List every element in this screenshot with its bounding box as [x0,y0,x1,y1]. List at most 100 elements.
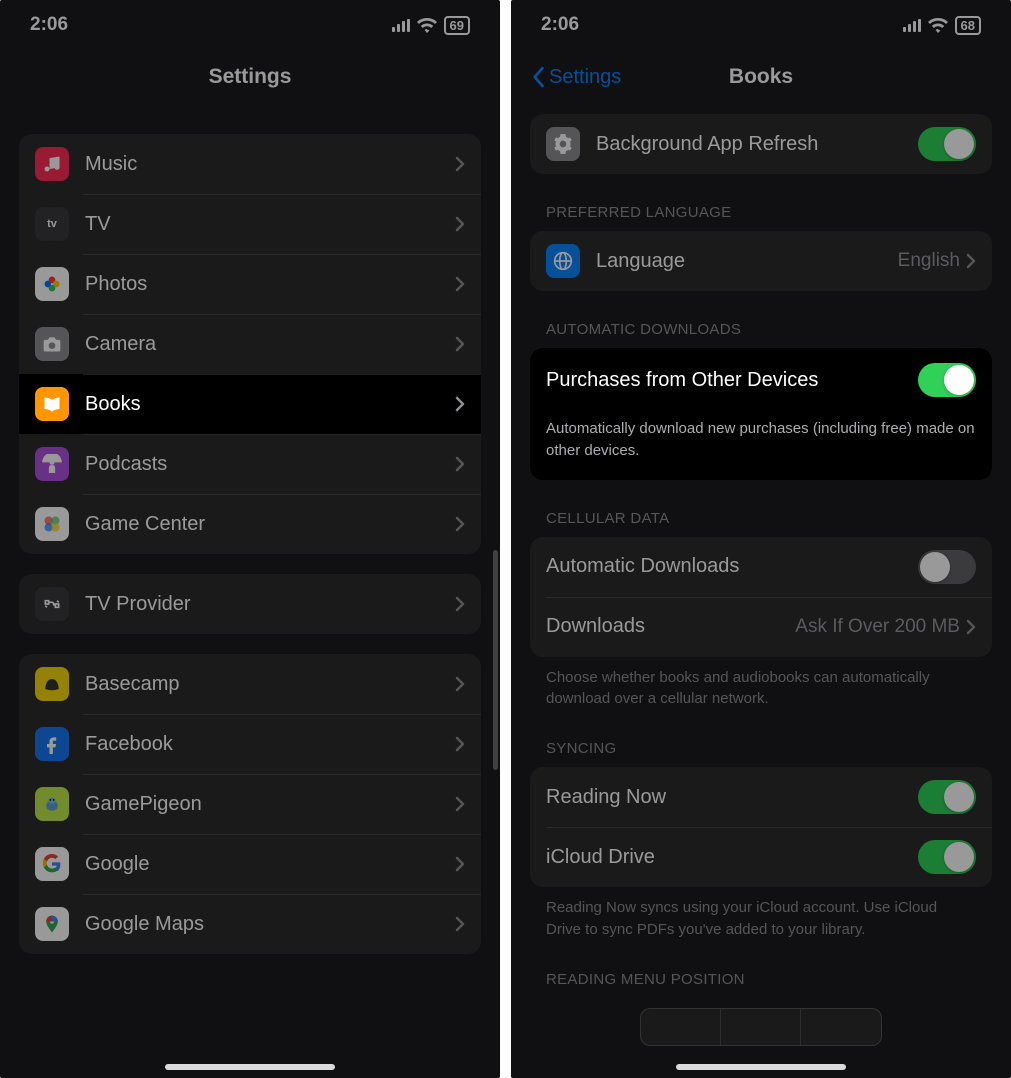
music-icon [35,147,69,181]
gear-icon [546,127,580,161]
settings-row-tv[interactable]: tvTV [19,194,481,254]
row-label: Purchases from Other Devices [546,369,918,392]
icloud-drive-row[interactable]: iCloud Drive [530,827,992,887]
chevron-right-icon [455,456,465,472]
chevron-left-icon [531,66,545,88]
settings-list[interactable]: Music tvTV Photos Camera Books Podcasts Game C… [0,104,500,1078]
cell-signal-icon [903,19,921,32]
row-label: TV [85,213,455,236]
icloud-drive-toggle[interactable] [918,840,976,874]
photos-icon [35,267,69,301]
settings-row-podcasts[interactable]: Podcasts [19,434,481,494]
reading-now-toggle[interactable] [918,780,976,814]
chevron-right-icon [966,253,976,269]
pigeon-icon [35,787,69,821]
nav-bar: Settings [0,50,500,104]
scrollbar[interactable] [493,550,498,770]
reading-now-row[interactable]: Reading Now [530,767,992,827]
settings-row-music[interactable]: Music [19,134,481,194]
row-label: Background App Refresh [596,133,918,156]
chevron-right-icon [455,676,465,692]
home-indicator[interactable] [165,1064,335,1070]
chevron-right-icon [455,736,465,752]
battery-level: 68 [955,16,981,35]
globe-icon [546,244,580,278]
row-label: TV Provider [85,593,455,616]
row-label: Books [85,393,455,416]
row-label: Automatic Downloads [546,555,918,578]
row-label: Music [85,153,455,176]
row-value: English [898,250,960,272]
background-app-refresh-row[interactable]: Background App Refresh [530,114,992,174]
gmaps-icon [35,907,69,941]
back-button[interactable]: Settings [531,66,621,89]
basecamp-icon [35,667,69,701]
automatic-downloads-header: AUTOMATIC DOWNLOADS [546,321,992,338]
row-label: Podcasts [85,453,455,476]
cell-signal-icon [392,19,410,32]
books-settings-screen: 2:06 68 Settings Books Background App Re… [511,0,1011,1078]
settings-row-books[interactable]: Books [19,374,481,434]
cell-auto-row[interactable]: Automatic Downloads [530,537,992,597]
wifi-icon [417,18,437,33]
settings-row-basecamp[interactable]: Basecamp [19,654,481,714]
row-label: Camera [85,333,455,356]
purchases-highlight: Purchases from Other Devices Automatical… [530,348,992,480]
row-label: Google [85,853,455,876]
home-indicator[interactable] [676,1064,846,1070]
wifi-icon [928,18,948,33]
row-label: Photos [85,273,455,296]
page-title: Settings [209,65,292,89]
settings-row-tv-provider[interactable]: TV Provider [19,574,481,634]
reading-menu-position-segmented[interactable] [640,1008,882,1046]
purchases-toggle[interactable] [918,363,976,397]
status-time: 2:06 [541,14,579,36]
row-label: Reading Now [546,786,918,809]
camera-icon [35,327,69,361]
facebook-icon [35,727,69,761]
settings-row-google[interactable]: Google [19,834,481,894]
row-label: Game Center [85,513,455,536]
purchases-row[interactable]: Purchases from Other Devices [530,348,992,412]
nav-bar: Settings Books [511,50,1011,104]
settings-row-game-center[interactable]: Game Center [19,494,481,554]
language-row[interactable]: Language English [530,231,992,291]
row-label: iCloud Drive [546,846,918,869]
cell-auto-toggle[interactable] [918,550,976,584]
bg-refresh-toggle[interactable] [918,127,976,161]
settings-row-photos[interactable]: Photos [19,254,481,314]
chevron-right-icon [455,276,465,292]
settings-row-gamepigeon[interactable]: GamePigeon [19,774,481,834]
row-label: Facebook [85,733,455,756]
chevron-right-icon [966,619,976,635]
book-icon [35,387,69,421]
chevron-right-icon [455,796,465,812]
status-bar: 2:06 68 [511,0,1011,50]
preferred-language-header: PREFERRED LANGUAGE [546,204,992,221]
chevron-right-icon [455,156,465,172]
cell-downloads-row[interactable]: Downloads Ask If Over 200 MB [530,597,992,657]
row-label: Language [596,250,898,273]
settings-row-google-maps[interactable]: Google Maps [19,894,481,954]
chevron-right-icon [455,916,465,932]
purchases-footer: Automatically download new purchases (in… [546,418,976,462]
settings-row-camera[interactable]: Camera [19,314,481,374]
settings-screen: 2:06 69 Settings MusictvTVPhotosCameraBo… [0,0,500,1078]
reading-menu-position-header: READING MENU POSITION [546,971,992,988]
row-label: Basecamp [85,673,455,696]
syncing-header: SYNCING [546,740,992,757]
row-value: Ask If Over 200 MB [795,616,960,638]
podcasts-icon [35,447,69,481]
status-time: 2:06 [30,14,68,36]
cellular-data-header: CELLULAR DATA [546,510,992,527]
gamecenter-icon [35,507,69,541]
chevron-right-icon [455,596,465,612]
page-title: Books [729,65,793,89]
chevron-right-icon [455,216,465,232]
books-settings-list[interactable]: Background App Refresh PREFERRED LANGUAG… [511,104,1011,1078]
row-label: GamePigeon [85,793,455,816]
google-icon [35,847,69,881]
settings-row-facebook[interactable]: Facebook [19,714,481,774]
chevron-right-icon [455,856,465,872]
chevron-right-icon [455,516,465,532]
